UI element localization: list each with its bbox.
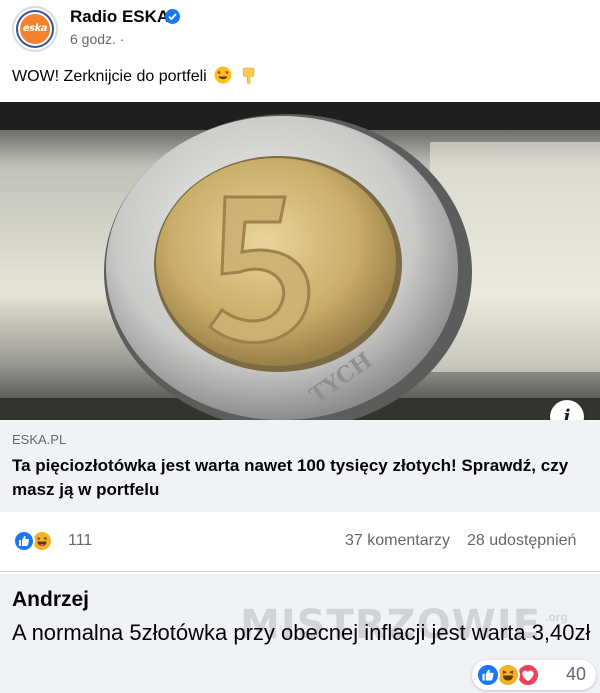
shares-count-link[interactable]: 28 udostępnień [467,532,576,550]
comment-author[interactable]: Andrzej [12,588,89,612]
post-message: WOW! Zerknijcie do portfeli [12,66,258,89]
eska-logo: eska [18,12,52,46]
comment-reaction-count: 40 [566,664,587,684]
reaction-count[interactable]: 111 [68,532,92,550]
page-name-link[interactable]: Radio ESKA [70,7,169,27]
post-timestamp[interactable]: 6 godz. · [70,31,124,47]
logo-text: eska [22,23,48,34]
coin-photo: TYCH [0,102,600,420]
reaction-icons[interactable] [13,530,63,552]
post-message-text: WOW! Zerknijcie do portfeli [12,68,207,85]
like-icon [476,663,500,687]
link-caption[interactable]: ESKA.PL Ta pięciozłotówka jest warta naw… [0,420,600,512]
comments-count-link[interactable]: 37 komentarzy [345,532,450,550]
reactions-bar: 111 37 komentarzy 28 udostępnień [0,512,600,572]
page-avatar[interactable]: eska [12,6,58,52]
link-domain: ESKA.PL [12,432,67,447]
link-preview-image[interactable]: TYCH [0,102,600,420]
like-icon [13,530,35,552]
comment-reactions[interactable]: 40 [472,660,596,690]
verified-badge-icon [165,9,180,24]
heart-eyes-emoji-icon [214,66,232,89]
comment-text: A normalna 5złotówka przy obecnej inflac… [12,620,591,645]
link-title: Ta pięciozłotówka jest warta nawet 100 t… [12,456,569,499]
post-header: eska Radio ESKA 6 godz. · [0,0,600,60]
pointing-down-icon [240,66,258,89]
